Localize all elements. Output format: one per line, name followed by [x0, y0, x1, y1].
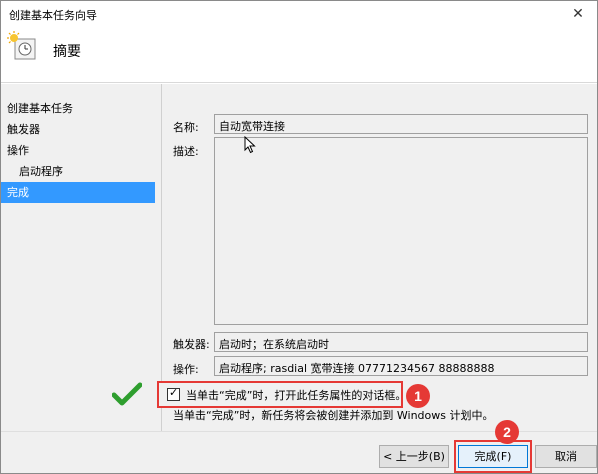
- open-properties-label[interactable]: 当单击“完成”时，打开此任务属性的对话框。: [186, 387, 406, 403]
- sidebar-item-trigger[interactable]: 触发器: [1, 119, 157, 140]
- description-field[interactable]: [214, 137, 588, 325]
- step-1-badge: 1: [406, 384, 430, 408]
- sidebar-item-finish[interactable]: 完成: [1, 182, 155, 203]
- trigger-field[interactable]: 启动时；在系统启动时: [214, 332, 588, 352]
- back-button[interactable]: < 上一步(B): [379, 445, 449, 468]
- name-label: 名称:: [173, 121, 199, 134]
- open-properties-checkbox[interactable]: ✓: [167, 386, 180, 401]
- cancel-button[interactable]: 取消: [535, 445, 597, 468]
- green-check-icon: [112, 382, 142, 406]
- trigger-label: 触发器:: [173, 338, 210, 351]
- action-field[interactable]: 启动程序; rasdial 宽带连接 07771234567 88888888: [214, 356, 588, 376]
- page-title: 摘要: [53, 44, 81, 60]
- description-label: 描述:: [173, 145, 199, 158]
- name-field[interactable]: 自动宽带连接: [214, 114, 588, 134]
- mouse-cursor-icon: [244, 136, 256, 154]
- finish-button[interactable]: 完成(F): [458, 445, 528, 468]
- sidebar-divider: [161, 84, 162, 431]
- sidebar-item-start-program[interactable]: 启动程序: [1, 161, 157, 182]
- sidebar-item-create-basic-task[interactable]: 创建基本任务: [1, 98, 157, 119]
- step-2-badge: 2: [495, 420, 519, 444]
- action-label: 操作:: [173, 363, 199, 376]
- open-properties-option[interactable]: ✓ 当单击“完成”时，打开此任务属性的对话框。: [157, 381, 406, 408]
- close-button[interactable]: ✕: [565, 3, 591, 25]
- task-clock-icon: [7, 31, 36, 60]
- finish-note: 当单击“完成”时，新任务将会被创建并添加到 Windows 计划中。: [173, 409, 494, 422]
- window-title: 创建基本任务向导: [9, 9, 97, 22]
- wizard-steps-sidebar: 创建基本任务 触发器 操作 启动程序 完成: [1, 98, 157, 203]
- title-bar: 创建基本任务向导 ✕: [1, 1, 597, 27]
- sidebar-item-action[interactable]: 操作: [1, 140, 157, 161]
- checkbox-tick-icon: ✓: [169, 386, 179, 399]
- task-wizard-window: 创建基本任务向导 ✕ 摘要 创建基本任务 触发器 操作 启动程序 完成 名称:: [0, 0, 598, 474]
- wizard-header: 摘要: [1, 27, 597, 83]
- wizard-content: 创建基本任务 触发器 操作 启动程序 完成 名称: 自动宽带连接 描述: 触发器…: [1, 84, 597, 431]
